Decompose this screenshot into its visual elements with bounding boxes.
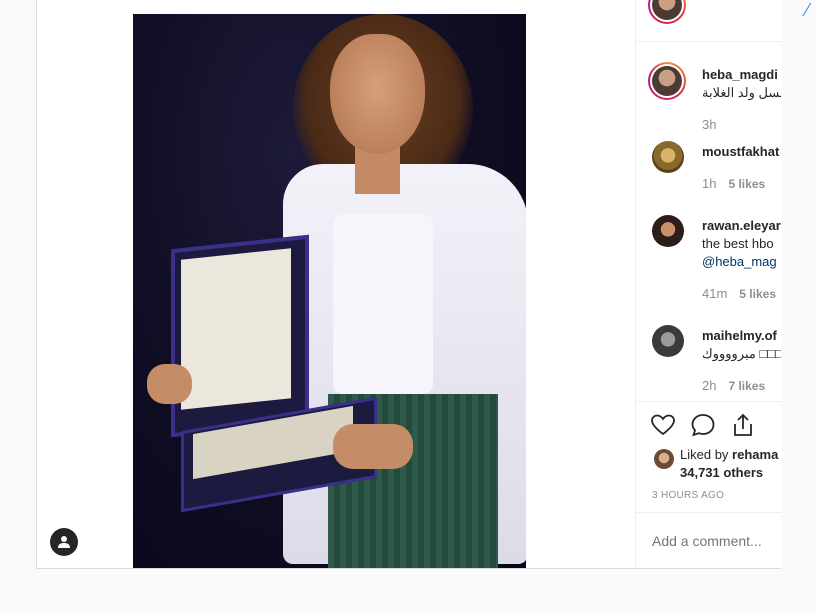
comment-avatar[interactable] [652, 141, 684, 173]
liked-by: Liked by rehama 34,731 others [680, 446, 778, 482]
share-icon[interactable] [730, 412, 756, 438]
comment-username[interactable]: moustfakhat [702, 144, 779, 159]
photo-award-box-lining [181, 248, 291, 410]
post-timestamp[interactable]: 3 HOURS AGO [652, 490, 724, 501]
comment-likes[interactable]: 5 likes [728, 177, 765, 191]
author-username[interactable]: heba_magdi [702, 67, 778, 82]
comment-meta: 41m 5 likes [702, 286, 776, 301]
comment-meta: 2h 7 likes [702, 378, 765, 393]
post-media[interactable] [37, 0, 635, 568]
caption-time[interactable]: 3h [702, 117, 716, 132]
user-tag-icon[interactable] [50, 528, 78, 556]
comment-text: مبرووووك □□□ [702, 346, 781, 361]
photo-top [333, 214, 433, 394]
comment-username[interactable]: maihelmy.of [702, 328, 777, 343]
comment-meta: 1h 5 likes [702, 176, 765, 191]
comment-likes[interactable]: 7 likes [728, 379, 765, 393]
comment-avatar[interactable] [652, 215, 684, 247]
post-card: heba_magdi مسلسل ولد الغلابة 3h moustfak… [36, 0, 781, 569]
header-divider [636, 41, 781, 42]
heart-icon[interactable] [650, 412, 676, 438]
comment-time[interactable]: 2h [702, 378, 716, 393]
actions-divider [636, 401, 781, 402]
photo-face [330, 34, 425, 154]
header-avatar[interactable] [648, 0, 686, 24]
comment-mention[interactable]: @heba_mag [702, 254, 777, 269]
liked-by-others[interactable]: 34,731 others [680, 465, 763, 480]
author-avatar[interactable] [648, 62, 686, 100]
caption-text: مسلسل ولد الغلابة [702, 85, 781, 100]
instagram-post-page: heba_magdi مسلسل ولد الغلابة 3h moustfak… [0, 0, 816, 613]
comment-time[interactable]: 41m [702, 286, 727, 301]
comment-icon[interactable] [690, 412, 716, 438]
comment-text: the best hbo [702, 236, 774, 251]
post-photo[interactable] [133, 14, 526, 568]
liker-avatar[interactable] [654, 449, 674, 469]
liked-by-prefix: Liked by [680, 447, 733, 462]
comment-time[interactable]: 1h [702, 176, 716, 191]
liked-by-user[interactable]: rehama [732, 447, 778, 462]
add-comment-input[interactable] [652, 533, 778, 549]
comment-avatar[interactable] [652, 325, 684, 357]
photo-hand [333, 424, 413, 469]
comment-likes[interactable]: 5 likes [739, 287, 776, 301]
comment-username[interactable]: rawan.eleyar [702, 218, 781, 233]
comment-input-divider [636, 512, 781, 513]
comments-panel: heba_magdi مسلسل ولد الغلابة 3h moustfak… [635, 0, 781, 568]
edge-link-fragment: ⁄ [806, 0, 810, 20]
photo-hand-left [147, 364, 192, 404]
